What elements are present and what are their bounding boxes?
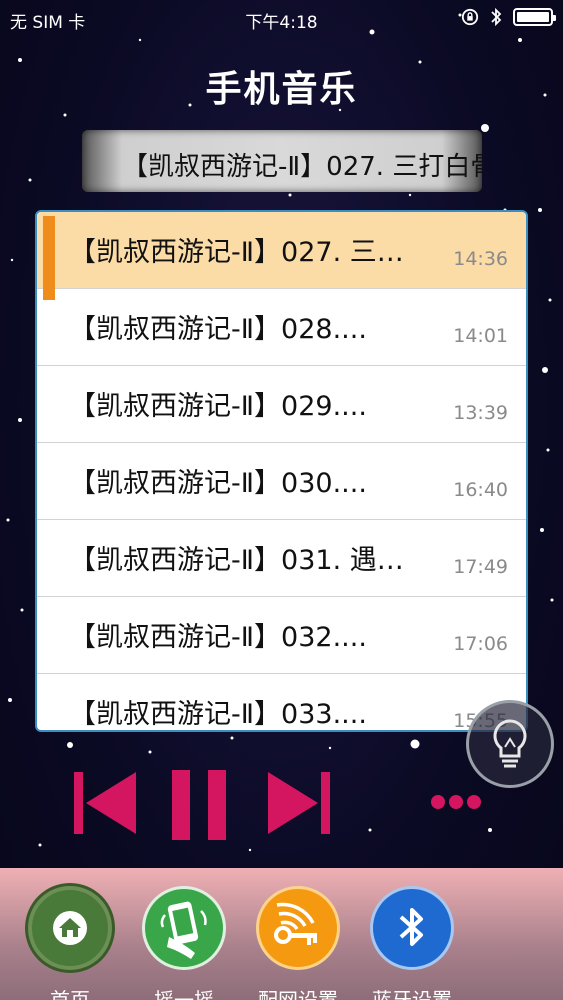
track-title: 【凯叔西游记-Ⅱ】027. 三…	[69, 237, 404, 268]
bluetooth-tab-badge	[370, 886, 454, 970]
playlist-row[interactable]: 【凯叔西游记-Ⅱ】033.... 15:55	[37, 674, 526, 730]
playlist-row[interactable]: 【凯叔西游记-Ⅱ】030.... 16:40	[37, 443, 526, 520]
bottom-tab-bar: 首页 摇一摇 配网设置 蓝牙设置	[0, 868, 563, 1000]
next-icon	[268, 772, 330, 834]
track-duration: 17:49	[453, 556, 508, 578]
shake-phone-icon	[160, 901, 207, 959]
track-title: 【凯叔西游记-Ⅱ】032....	[69, 622, 367, 653]
track-duration: 13:39	[453, 402, 508, 424]
network-tab-badge	[256, 886, 340, 970]
track-title: 【凯叔西游记-Ⅱ】028....	[69, 314, 367, 345]
status-indicators	[461, 7, 556, 27]
battery-icon	[513, 8, 556, 26]
tab-bluetooth-settings[interactable]: 蓝牙设置	[362, 882, 462, 1000]
track-title: 【凯叔西游记-Ⅱ】031. 遇…	[69, 545, 404, 576]
tab-label: 蓝牙设置	[372, 988, 452, 1000]
bluetooth-icon	[399, 908, 423, 946]
now-playing-title: 【凯叔西游记-Ⅱ】027. 三打白骨精	[122, 152, 482, 182]
pause-icon	[172, 770, 226, 840]
tab-shake[interactable]: 摇一摇	[134, 882, 234, 1000]
shake-tab-badge	[142, 886, 226, 970]
lightbulb-icon	[493, 719, 527, 768]
home-tab-badge	[28, 886, 112, 970]
next-track-button[interactable]	[268, 770, 330, 836]
now-playing-indicator	[43, 216, 55, 300]
tab-home[interactable]: 首页	[20, 882, 120, 1000]
playlist-row[interactable]: 【凯叔西游记-Ⅱ】031. 遇… 17:49	[37, 520, 526, 597]
tab-label: 配网设置	[258, 988, 338, 1000]
track-duration: 16:40	[453, 479, 508, 501]
tab-label: 摇一摇	[154, 988, 214, 1000]
tab-network-config[interactable]: 配网设置	[248, 882, 348, 1000]
playlist-row[interactable]: 【凯叔西游记-Ⅱ】027. 三… 14:36	[37, 212, 526, 300]
lightbulb-button[interactable]	[466, 700, 554, 788]
tab-label: 首页	[50, 988, 90, 1000]
playlist-row[interactable]: 【凯叔西游记-Ⅱ】028.... 14:01	[37, 289, 526, 366]
more-options-button[interactable]	[430, 792, 482, 812]
page-title: 手机音乐	[205, 69, 358, 110]
playlist-row[interactable]: 【凯叔西游记-Ⅱ】029.... 13:39	[37, 366, 526, 443]
playlist-row[interactable]: 【凯叔西游记-Ⅱ】032.... 17:06	[37, 597, 526, 674]
playlist[interactable]: 【凯叔西游记-Ⅱ】027. 三… 14:36 【凯叔西游记-Ⅱ】028.... …	[35, 210, 528, 732]
track-title: 【凯叔西游记-Ⅱ】029....	[69, 391, 367, 422]
track-duration: 17:06	[453, 633, 508, 655]
previous-track-button[interactable]	[74, 770, 136, 836]
bluetooth-status-icon	[491, 7, 502, 27]
track-title: 【凯叔西游记-Ⅱ】030....	[69, 468, 367, 499]
now-playing-marquee: 【凯叔西游记-Ⅱ】027. 三打白骨精	[82, 130, 482, 192]
track-title: 【凯叔西游记-Ⅱ】033....	[69, 699, 367, 730]
status-bar: 无 SIM 卡 下午4:18	[0, 0, 563, 36]
more-icon	[431, 795, 481, 809]
track-duration: 14:01	[453, 325, 508, 347]
rotation-lock-icon	[461, 8, 479, 26]
track-duration: 14:36	[453, 248, 508, 270]
wifi-key-icon	[274, 902, 317, 945]
pause-button[interactable]	[172, 770, 230, 840]
home-icon	[53, 911, 87, 945]
previous-icon	[74, 772, 136, 834]
